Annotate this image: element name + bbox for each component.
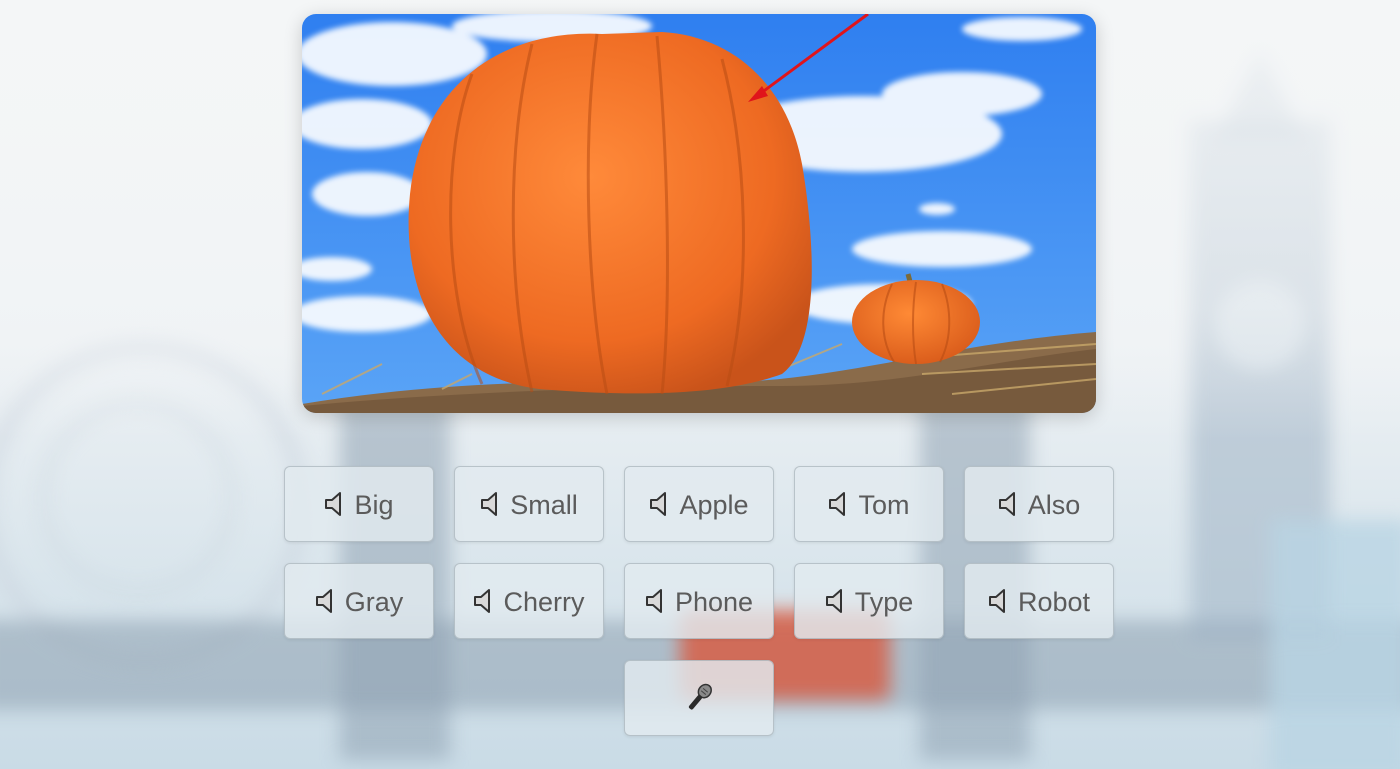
word-button-tom[interactable]: Tom xyxy=(794,466,944,542)
speaker-icon xyxy=(325,492,342,516)
question-picture xyxy=(302,14,1096,413)
big-pumpkin xyxy=(408,32,812,395)
word-label: Gray xyxy=(344,586,404,617)
speaker-icon xyxy=(645,589,662,613)
word-button-cherry[interactable]: Cherry xyxy=(454,563,604,639)
pumpkin-photo xyxy=(302,14,1096,413)
speaker-icon xyxy=(315,589,332,613)
word-label: Type xyxy=(854,586,914,617)
speaker-icon xyxy=(998,492,1015,516)
word-label: Also xyxy=(1027,489,1081,520)
word-label: Tom xyxy=(858,489,910,520)
microphone-button[interactable] xyxy=(624,660,774,736)
word-button-small[interactable]: Small xyxy=(454,466,604,542)
word-button-also[interactable]: Also xyxy=(964,466,1114,542)
word-label: Small xyxy=(510,489,578,520)
word-button-big[interactable]: Big xyxy=(284,466,434,542)
word-choice-grid: Big Small Apple Tom Also Gray Cherry Pho… xyxy=(284,466,1114,639)
microphone-icon xyxy=(688,683,712,710)
word-button-phone[interactable]: Phone xyxy=(624,563,774,639)
speaker-icon xyxy=(988,589,1005,613)
word-label: Apple xyxy=(679,489,749,520)
word-label: Robot xyxy=(1017,586,1091,617)
speaker-icon xyxy=(474,589,491,613)
word-button-robot[interactable]: Robot xyxy=(964,563,1114,639)
speaker-icon xyxy=(829,492,846,516)
word-button-gray[interactable]: Gray xyxy=(284,563,434,639)
speaker-icon xyxy=(825,589,842,613)
speaker-icon xyxy=(650,492,667,516)
mic-row xyxy=(624,660,774,736)
speaker-icon xyxy=(481,492,498,516)
word-button-type[interactable]: Type xyxy=(794,563,944,639)
word-label: Big xyxy=(354,489,394,520)
word-label: Phone xyxy=(674,586,754,617)
word-label: Cherry xyxy=(503,586,585,617)
building-shape xyxy=(1270,520,1400,769)
word-button-apple[interactable]: Apple xyxy=(624,466,774,542)
